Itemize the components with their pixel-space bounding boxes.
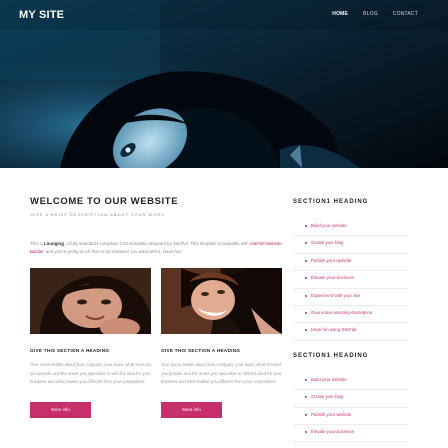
feature-column: GIVE THIS SECTION A HEADING Give some de… [161, 268, 282, 418]
feature-image [30, 268, 151, 334]
top-navigation-bar: MY SITE HOME BLOG CONTACT [0, 0, 448, 30]
sidebar-section: SECTION1 HEADING Build your website Crea… [293, 353, 408, 443]
sidebar-link[interactable]: Publish your website [293, 254, 408, 272]
sidebar-link[interactable]: Elevate your business [293, 425, 408, 443]
sidebar-link[interactable]: Build your website [293, 219, 408, 237]
feature-text: Give some details about your company, yo… [161, 362, 282, 385]
intro-template-name: Lounging [43, 241, 64, 246]
feature-heading: GIVE THIS SECTION A HEADING [30, 348, 110, 353]
portrait-photo-1 [30, 268, 151, 334]
sidebar-link[interactable]: Create your blog [293, 236, 408, 254]
sidebar-link[interactable]: Have fun using SiteFlat [293, 323, 408, 341]
page-title: WELCOME TO OUR WEBSITE [30, 196, 179, 207]
more-info-button[interactable]: More info [161, 401, 222, 418]
sidebar-link-list: Build your website Create your blog Publ… [293, 373, 408, 443]
feature-column: GIVE THIS SECTION A HEADING Give some de… [30, 268, 151, 418]
sidebar-link[interactable]: Build your website [293, 373, 408, 391]
sidebar-link-list: Build your website Create your blog Publ… [293, 219, 408, 341]
sidebar-section: SECTION1 HEADING Build your website Crea… [293, 199, 408, 341]
feature-image [161, 268, 282, 334]
sidebar-heading: SECTION1 HEADING [293, 352, 369, 359]
nav-contact[interactable]: CONTACT [393, 11, 418, 17]
page-subtitle: GIVE A BRIEF DESCRIPTION ABOUT YOUR WORK [30, 212, 165, 217]
intro-paragraph: This is Lounging, a fully standards-comp… [30, 240, 282, 256]
intro-middle: , a fully standards-compliant CSS templa… [63, 241, 250, 246]
more-info-button[interactable]: More info [30, 401, 91, 418]
feature-heading: GIVE THIS SECTION A HEADING [161, 348, 241, 353]
intro-prefix: This is [30, 241, 44, 246]
nav-home[interactable]: HOME [332, 11, 348, 17]
site-logo[interactable]: MY SITE [19, 9, 64, 21]
sidebar-link[interactable]: Publish your website [293, 408, 408, 425]
feature-text: Give some details about your company, yo… [30, 362, 151, 385]
sidebar-link[interactable]: Experiment with your site [293, 289, 408, 306]
sidebar-heading: SECTION1 HEADING [293, 199, 369, 205]
portrait-photo-2 [161, 268, 282, 334]
nav-blog[interactable]: BLOG [363, 11, 378, 17]
sidebar-link[interactable]: Create your blog [293, 390, 408, 408]
sidebar: SECTION1 HEADING Build your website Crea… [293, 199, 408, 443]
main-nav: HOME BLOG CONTACT [332, 11, 418, 17]
main-content: WELCOME TO OUR WEBSITE GIVE A BRIEF DESC… [30, 196, 282, 418]
sidebar-link[interactable]: Give some amazing description [293, 306, 408, 324]
hero-banner: MY SITE HOME BLOG CONTACT [0, 0, 448, 168]
sidebar-link[interactable]: Elevate your business [293, 271, 408, 289]
intro-suffix: , and you're pretty much free to do what… [43, 249, 182, 254]
feature-columns: GIVE THIS SECTION A HEADING Give some de… [30, 268, 282, 418]
